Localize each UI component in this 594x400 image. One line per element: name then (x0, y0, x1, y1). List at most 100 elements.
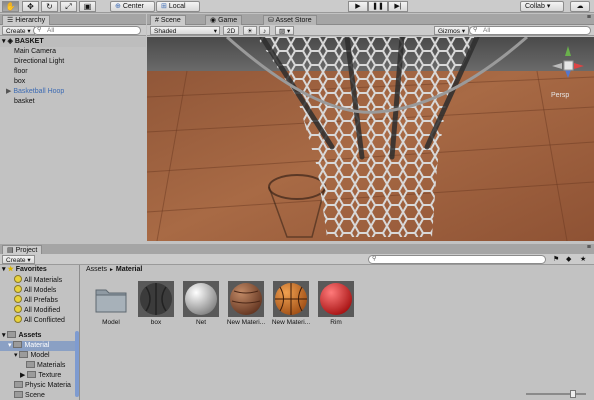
project-folder-tree: ▾ ★ Favorites All Materials All Models A… (0, 265, 80, 400)
rect-tool-button[interactable]: ▣ (79, 1, 96, 12)
folder-texture[interactable]: ▶ Texture (0, 371, 76, 381)
hierarchy-item-directional-light[interactable]: Directional Light (0, 57, 146, 67)
folder-scene[interactable]: Scene (0, 391, 76, 400)
expand-arrow-icon: ▾ (14, 352, 18, 359)
scene-header[interactable]: ▾ ◈ BASKET (0, 37, 146, 47)
image-icon: ▨ (279, 28, 286, 35)
collab-dropdown[interactable]: Collab ▾ (520, 1, 564, 12)
tab-asset-store[interactable]: ⛁ Asset Store (263, 15, 317, 25)
hierarchy-subbar: Create ▾ ⚲ All (0, 25, 146, 36)
step-icon: ▶| (394, 3, 402, 10)
chevron-down-icon: ▾ (27, 28, 31, 35)
material-ball-icon (318, 281, 354, 317)
cloud-button[interactable]: ☁ (570, 1, 590, 12)
asset-rim-material[interactable]: Rim (314, 281, 358, 329)
sun-icon: ☀ (247, 28, 253, 35)
project-create-dropdown[interactable]: Create ▾ (2, 255, 35, 264)
asset-new-material-2[interactable]: New Materi... (269, 281, 313, 329)
effects-dropdown[interactable]: ▨ ▾ (275, 26, 295, 35)
panel-menu-icon[interactable]: ≡ (587, 244, 591, 251)
favorite-item[interactable]: All Modified (0, 305, 76, 315)
search-icon: ⚲ (473, 27, 478, 33)
step-button[interactable]: ▶| (388, 1, 408, 12)
play-button[interactable]: ▶ (348, 1, 368, 12)
material-ball-icon (183, 281, 219, 317)
folder-icon (13, 341, 23, 348)
tab-scene[interactable]: # Scene (150, 15, 186, 25)
main-toolbar: ✋ ✥ ↻ ⤢ ▣ ⊕ Center ⊞ Local ▶ ❚❚ ▶| Colla… (0, 0, 594, 13)
speaker-icon: ♪ (263, 28, 267, 35)
asset-new-material-1[interactable]: New Materi... (224, 281, 268, 329)
expand-arrow-icon: ▶ (20, 372, 26, 379)
scene-gizmo[interactable] (550, 44, 586, 80)
panel-menu-icon[interactable]: ≡ (587, 14, 591, 21)
hand-tool-button[interactable]: ✋ (2, 1, 19, 12)
space-toggle[interactable]: ⊞ Local (156, 1, 200, 12)
filter-label-icon[interactable]: ◆ (566, 255, 571, 263)
shading-mode-dropdown[interactable]: Shaded ▾ (150, 26, 220, 35)
search-filter-icon (14, 315, 22, 323)
star-icon[interactable]: ★ (580, 255, 586, 263)
gizmos-dropdown[interactable]: Gizmos ▾ (434, 26, 470, 35)
move-tool-button[interactable]: ✥ (22, 1, 39, 12)
expand-arrow-icon: ▾ (2, 38, 6, 45)
favorite-item[interactable]: All Materials (0, 275, 76, 285)
assets-header[interactable]: ▾ Assets (0, 331, 76, 341)
hand-icon: ✋ (5, 2, 16, 11)
favorites-header[interactable]: ▾ ★ Favorites (0, 265, 76, 275)
hierarchy-item-floor[interactable]: floor (0, 67, 146, 77)
tab-game[interactable]: ◉ Game (205, 15, 243, 25)
scene-tabstrip: # Scene ◉ Game ⛁ Asset Store ≡ (147, 14, 594, 25)
slider-knob[interactable] (570, 390, 576, 398)
filter-type-icon[interactable]: ⚑ (553, 255, 559, 263)
tab-hierarchy[interactable]: ☰ Hierarchy (2, 15, 51, 25)
play-icon: ▶ (355, 3, 361, 10)
pivot-icon: ⊕ (115, 3, 121, 10)
folder-icon (19, 351, 29, 358)
hierarchy-create-dropdown[interactable]: Create ▾ (2, 26, 35, 35)
folder-material[interactable]: ▾ Material (0, 341, 76, 351)
hierarchy-item-basketball-hoop[interactable]: ▶ Basketball Hoop (0, 87, 146, 97)
hierarchy-item-main-camera[interactable]: Main Camera (0, 47, 146, 57)
favorite-item[interactable]: All Conflicted (0, 315, 76, 325)
hierarchy-item-basket[interactable]: basket (0, 97, 146, 107)
scene-search-input[interactable]: ⚲ All (469, 26, 591, 35)
project-search-input[interactable]: ⚲ (368, 255, 546, 264)
move-icon: ✥ (27, 2, 34, 11)
scale-icon: ⤢ (65, 2, 72, 11)
pause-button[interactable]: ❚❚ (368, 1, 388, 12)
folder-physic-material[interactable]: Physic Materia (0, 381, 76, 391)
search-filter-icon (14, 305, 22, 313)
breadcrumb-assets[interactable]: Assets (86, 266, 107, 273)
tree-scrollbar[interactable] (75, 331, 79, 397)
folder-model[interactable]: ▾ Model (0, 351, 76, 361)
chevron-down-icon: ▾ (286, 28, 291, 35)
rotate-tool-button[interactable]: ↻ (41, 1, 58, 12)
perspective-label[interactable]: Persp (551, 92, 569, 99)
breadcrumb-material[interactable]: Material (116, 266, 142, 273)
pause-icon: ❚❚ (372, 3, 384, 10)
search-icon: ⚲ (372, 256, 377, 262)
expand-arrow-icon: ▾ (2, 266, 6, 273)
hierarchy-item-box[interactable]: box (0, 77, 146, 87)
scene-viewport[interactable]: Persp (147, 37, 594, 241)
scale-tool-button[interactable]: ⤢ (60, 1, 77, 12)
folder-icon (26, 361, 35, 368)
favorite-item[interactable]: All Models (0, 285, 76, 295)
hierarchy-panel: ▾ ◈ BASKET Main Camera Directional Light… (0, 37, 146, 240)
folder-materials[interactable]: Materials (0, 361, 76, 371)
asset-box-material[interactable]: box (134, 281, 178, 329)
material-ball-icon (138, 281, 174, 317)
chevron-down-icon: ▾ (27, 257, 31, 264)
rect-icon: ▣ (83, 2, 92, 11)
thumbnail-size-slider[interactable] (526, 390, 586, 398)
2d-toggle[interactable]: 2D (223, 26, 240, 35)
asset-net-material[interactable]: Net (179, 281, 223, 329)
hierarchy-search-input[interactable]: ⚲ All (33, 26, 141, 35)
asset-model-folder[interactable]: Model (89, 281, 133, 329)
audio-toggle[interactable]: ♪ (259, 26, 271, 35)
lighting-toggle[interactable]: ☀ (243, 26, 257, 35)
pivot-toggle[interactable]: ⊕ Center (110, 1, 155, 12)
basketball-material-icon (273, 281, 309, 317)
favorite-item[interactable]: All Prefabs (0, 295, 76, 305)
